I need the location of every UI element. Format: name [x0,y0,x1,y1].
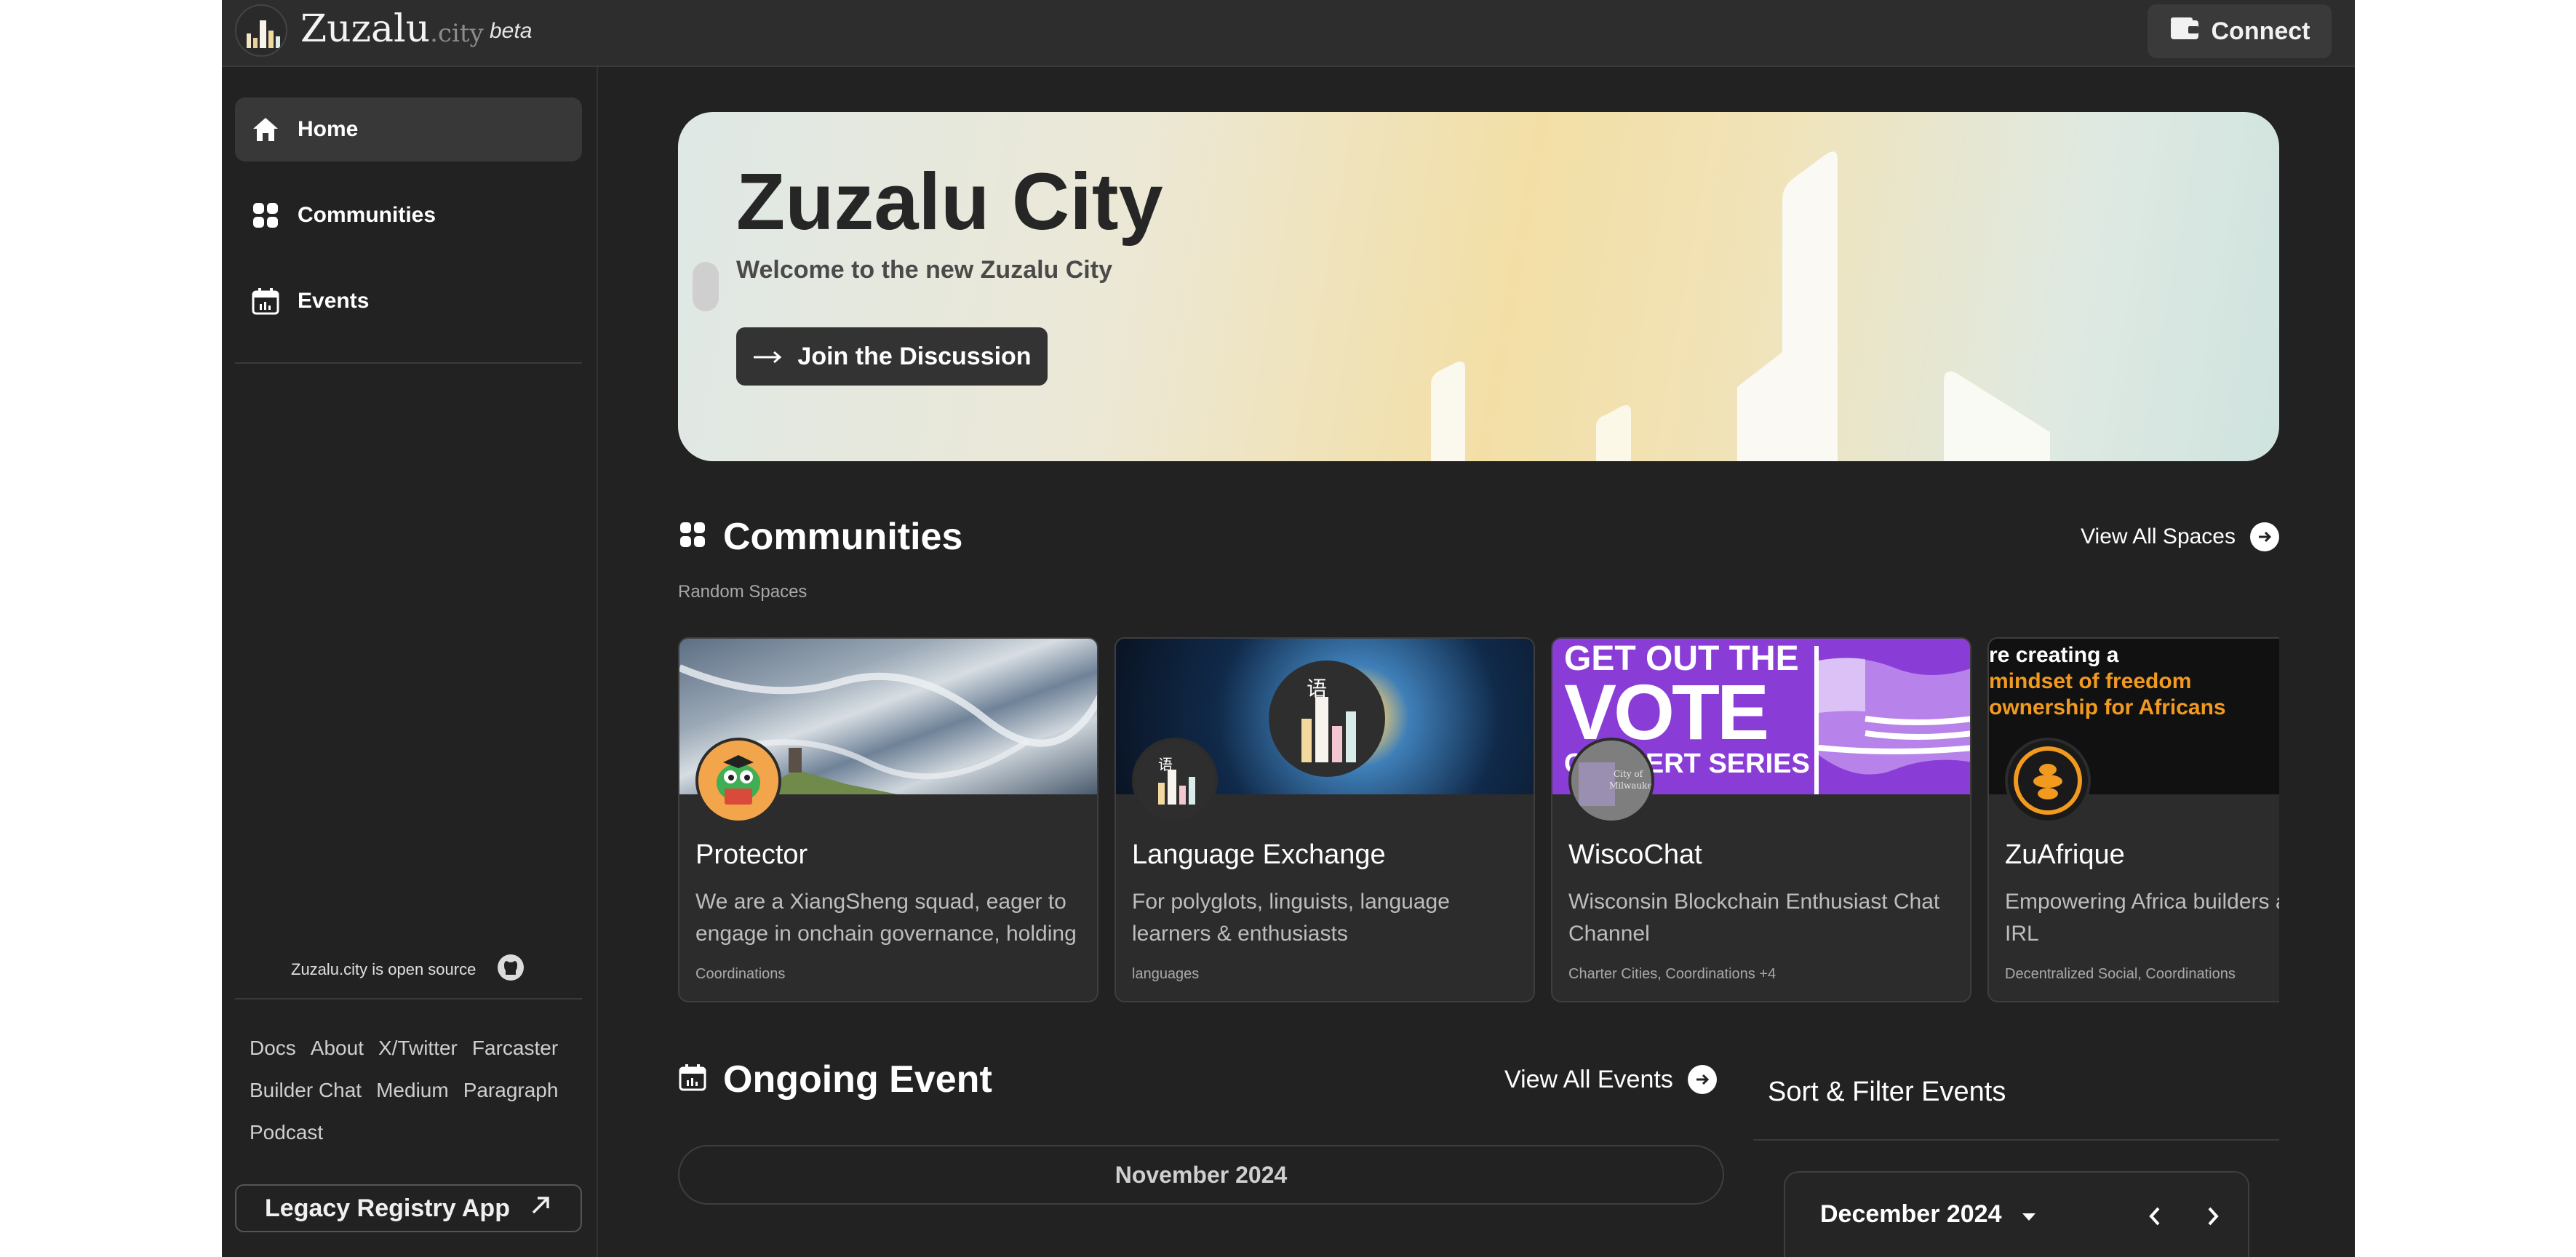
calendar-icon [251,287,280,316]
footer-link-x-twitter[interactable]: X/Twitter [378,1027,458,1069]
community-tags: Coordinations [695,966,786,982]
connect-button[interactable]: Connect [2148,4,2332,58]
calendar-widget: December 2024 [1784,1171,2249,1257]
chevron-right-icon [2208,1207,2219,1226]
arrow-circle-icon [2250,522,2279,551]
footer-link-about[interactable]: About [311,1027,364,1069]
community-avatar: City of Milwaukee [1568,738,1654,823]
logo-name: Zuzalu [300,7,431,51]
community-name: Protector [695,839,808,870]
top-bar: Zuzalu.city beta Connect [222,0,2355,67]
footer-link-docs[interactable]: Docs [250,1027,296,1069]
flag-graphic [1814,646,1970,794]
community-avatar [2005,738,2091,823]
banner-text-line1: re creating a [1989,643,2119,667]
ongoing-event-title: Ongoing Event [723,1058,992,1101]
community-description: Wisconsin Blockchain Enthusiast Chat Cha… [1568,890,1940,946]
footer-link-paragraph[interactable]: Paragraph [463,1069,559,1112]
sidebar-item-communities[interactable]: Communities [235,183,582,247]
footer-link-medium[interactable]: Medium [376,1069,449,1112]
hero-title: Zuzalu City [736,157,1163,247]
banner-text-line2: mindset of freedom [1989,669,2192,693]
caret-down-icon [2021,1200,2037,1229]
connect-label: Connect [2211,17,2310,45]
calendar-icon [678,1058,707,1101]
community-description: For polyglots, linguists, language learn… [1132,890,1450,946]
svg-text:Milwaukee: Milwaukee [1609,781,1651,791]
grid-icon [251,201,280,230]
view-all-events-label: View All Events [1504,1065,1673,1093]
view-all-events-link[interactable]: View All Events [1504,1065,1717,1094]
view-all-spaces-label: View All Spaces [2081,524,2236,548]
logo-suffix: .city [430,19,484,48]
svg-text:语: 语 [1158,756,1173,773]
sidebar-item-home[interactable]: Home [235,97,582,161]
communities-title: Communities [723,516,963,558]
footer-link-podcast[interactable]: Podcast [250,1112,323,1154]
chevron-left-icon [2149,1207,2160,1226]
community-card-language-exchange[interactable]: 语 语 Language Exchange For polyglots, lin… [1114,637,1535,1002]
fist-graphic [2244,748,2279,794]
sidebar-divider [235,362,582,364]
sort-filter-divider [1753,1139,2279,1141]
legacy-registry-button[interactable]: Legacy Registry App [235,1184,582,1232]
community-card-protector[interactable]: Protector We are a XiangSheng squad, eag… [678,637,1098,1002]
sidebar-item-label: Home [298,117,359,141]
footer-links: Docs About X/Twitter Farcaster Builder Chat M… [250,1027,591,1154]
logo-wordmark[interactable]: Zuzalu.city [300,7,484,51]
community-description: Empowering Africa builders and vibe in I… [2005,890,2279,946]
hero-banner: Zuzalu City Welcome to the new Zuzalu Ci… [678,112,2279,461]
community-tags: languages [1132,966,1200,982]
community-tags: Decentralized Social, Coordinations [2005,966,2236,982]
sidebar: Home Communities Events Zuzalu.city is o… [222,67,598,1257]
community-avatar: 语 [1132,738,1218,823]
arrow-right-icon [752,343,783,371]
ongoing-event-heading: Ongoing Event [678,1058,992,1101]
community-card-zuafrique[interactable]: re creating a mindset of freedom ownersh… [1987,637,2279,1002]
view-all-spaces-link[interactable]: View All Spaces [2081,522,2279,551]
github-icon[interactable] [496,953,525,986]
legacy-registry-label: Legacy Registry App [265,1194,510,1222]
communities-heading: Communities [678,515,962,559]
calendar-month-select[interactable]: December 2024 [1820,1200,2037,1229]
arrow-circle-icon [1687,1065,1717,1094]
sidebar-item-label: Communities [298,203,436,227]
join-discussion-button[interactable]: Join the Discussion [736,327,1048,386]
sidebar-item-label: Events [298,289,370,313]
community-avatar [695,738,781,823]
sidebar-item-events[interactable]: Events [235,269,582,333]
calendar-next-button[interactable] [2200,1203,2226,1229]
random-spaces-label: Random Spaces [678,582,808,602]
community-tags: Charter Cities, Coordinations +4 [1568,966,1777,982]
external-link-icon [529,1194,552,1224]
carousel-handle[interactable] [693,262,719,311]
beta-badge: beta [490,19,533,43]
home-icon [251,115,280,144]
svg-text:语: 语 [1307,677,1327,701]
community-name: Language Exchange [1132,839,1386,870]
zuzalu-logo-icon[interactable] [235,4,287,57]
event-month-header: November 2024 [678,1145,1724,1205]
community-cards: Protector We are a XiangSheng squad, eag… [678,637,2279,1004]
community-card-wiscochat[interactable]: GET OUT THE VOTE CONCERT SERIES City of M… [1551,637,1971,1002]
footer-link-builder-chat[interactable]: Builder Chat [250,1069,362,1112]
sidebar-divider [235,998,582,999]
wallet-icon [2169,16,2200,47]
footer-link-farcaster[interactable]: Farcaster [472,1027,558,1069]
svg-text:City of: City of [1614,769,1644,779]
app-window: Zuzalu.city beta Connect Home Communitie… [222,0,2355,1257]
community-name: WiscoChat [1568,839,1702,870]
open-source-note: Zuzalu.city is open source [291,953,525,986]
grid-icon [678,515,707,559]
open-source-text: Zuzalu.city is open source [291,960,476,978]
sort-filter-title: Sort & Filter Events [1768,1077,2006,1107]
calendar-prev-button[interactable] [2142,1203,2168,1229]
hero-subtitle: Welcome to the new Zuzalu City [736,256,1112,284]
community-description: We are a XiangSheng squad, eager to enga… [695,890,1077,946]
community-name: ZuAfrique [2005,839,2125,870]
join-discussion-label: Join the Discussion [797,342,1032,370]
calendar-month-label: December 2024 [1820,1200,2002,1228]
banner-text-line3: ownership for Africans [1989,695,2226,719]
